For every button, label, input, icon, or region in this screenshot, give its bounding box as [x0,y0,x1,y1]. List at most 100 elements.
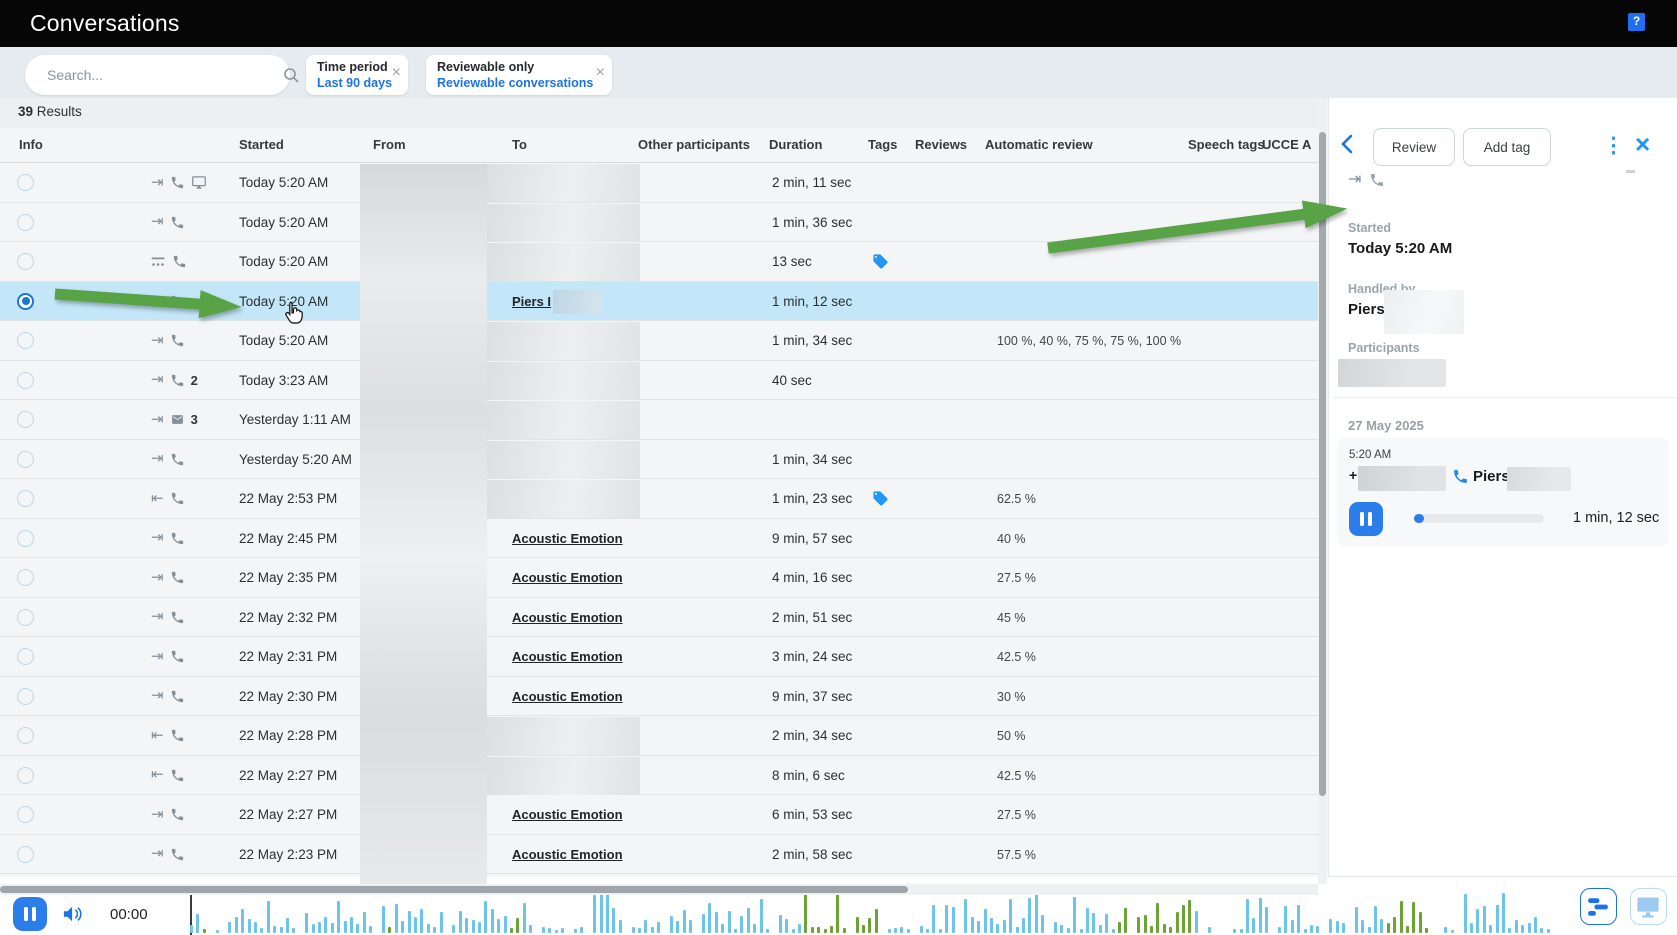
waveform-bar [491,909,494,933]
add-tag-button[interactable]: Add tag [1463,128,1551,166]
column-header-tags[interactable]: Tags [868,137,897,152]
search-box[interactable] [25,55,290,95]
screen-view-button[interactable] [1630,888,1667,925]
call-progress-bar[interactable] [1414,514,1544,523]
table-row[interactable]: ⇥22 May 2:31 PMAcoustic Emotion3 min, 24… [0,637,1318,677]
divider [1626,170,1635,173]
back-chevron-icon[interactable] [1339,134,1355,154]
waveform-bar [465,918,468,933]
waveform-bar [1521,925,1524,933]
table-row[interactable]: ⇥22 May 2:32 PMAcoustic Emotion2 min, 51… [0,598,1318,638]
cell-to-link[interactable]: Piers I [512,294,551,309]
table-row[interactable]: ⇤22 May 2:28 PM2 min, 34 sec50 % [0,716,1318,756]
horizontal-scrollbar-thumb[interactable] [0,886,908,893]
review-button[interactable]: Review [1373,128,1455,166]
row-radio[interactable] [17,727,34,744]
row-radio[interactable] [17,569,34,586]
waveform-bar [1502,893,1505,933]
row-radio[interactable] [17,530,34,547]
table-row[interactable]: ⇥22 May 2:35 PMAcoustic Emotion4 min, 16… [0,558,1318,598]
row-radio[interactable] [17,253,34,270]
pause-icon[interactable] [13,897,47,931]
waveform-bar [817,927,820,933]
participants-label: Participants [1348,341,1420,355]
column-header-info[interactable]: Info [19,137,43,152]
table-row[interactable]: ⇤22 May 2:53 PM1 min, 23 sec62.5 % [0,479,1318,519]
row-radio[interactable] [17,174,34,191]
table-row[interactable]: ⇤22 May 2:27 PM8 min, 6 sec42.5 % [0,756,1318,796]
waveform-bar [350,917,353,933]
close-icon[interactable]: × [392,64,401,82]
row-radio[interactable] [17,293,34,310]
waveform-bar [1419,912,1422,934]
waveform-bar [548,928,551,933]
kebab-icon[interactable]: ⋮ [1603,130,1624,162]
column-header-duration[interactable]: Duration [769,137,822,152]
search-input[interactable] [47,55,257,95]
help-icon[interactable]: ? [1628,13,1645,31]
row-radio[interactable] [17,648,34,665]
inbound-icon: ⇥ [151,846,164,862]
cell-to-link[interactable]: Acoustic Emotion [512,610,623,625]
row-radio[interactable] [17,372,34,389]
column-header-reviews[interactable]: Reviews [915,137,967,152]
column-header-speech-tags[interactable]: Speech tags [1188,137,1265,152]
phone-icon [172,254,187,269]
filter-chip-reviewable-only[interactable]: Reviewable only Reviewable conversations… [426,55,612,95]
table-row[interactable]: ⇥Today 5:20 AM1 min, 34 sec100 %, 40 %, … [0,321,1318,361]
page-title: Conversations [30,10,180,37]
row-radio[interactable] [17,609,34,626]
column-header-from[interactable]: From [373,137,406,152]
table-row[interactable]: ⇥3Yesterday 1:11 AM [0,400,1318,440]
cell-to-link[interactable]: Acoustic Emotion [512,570,623,585]
inbound-icon: ⇥ [151,412,164,428]
column-header-to[interactable]: To [512,137,527,152]
column-header-automatic-review[interactable]: Automatic review [985,137,1093,152]
row-radio[interactable] [17,332,34,349]
cell-duration: 2 min, 51 sec [772,610,852,625]
table-row[interactable]: ⇥22 May 2:27 PMAcoustic Emotion6 min, 53… [0,795,1318,835]
table-row[interactable]: ⇥22 May 2:45 PMAcoustic Emotion9 min, 57… [0,519,1318,559]
horizontal-scrollbar[interactable] [0,884,1318,895]
row-radio[interactable] [17,490,34,507]
filter-chip-time-period[interactable]: Time period Last 90 days × [306,55,408,95]
timeline-view-button[interactable] [1580,888,1617,925]
row-radio[interactable] [17,214,34,231]
column-header-ucce-a[interactable]: UCCE A [1262,137,1311,152]
waveform-bar [369,926,372,933]
waveform-bar [318,922,321,933]
row-radio[interactable] [17,767,34,784]
table-row[interactable]: ⇥22 May 2:23 PMAcoustic Emotion2 min, 58… [0,835,1318,875]
waveform-bar [670,916,673,933]
waveform-bar [1073,897,1076,933]
waveform-bar [1112,929,1115,933]
column-header-started[interactable]: Started [239,137,284,152]
row-radio[interactable] [17,806,34,823]
conversation-detail-panel: Review Add tag ⋮ × ⇥ Started Today 5:20 … [1328,98,1677,877]
row-radio[interactable] [17,846,34,863]
pause-icon[interactable] [1349,502,1383,536]
call-progress-knob[interactable] [1414,514,1424,523]
cell-to-link[interactable]: Acoustic Emotion [512,847,623,862]
row-radio[interactable] [17,411,34,428]
row-info-icons: ⇥ [151,332,185,349]
cell-to-link[interactable]: Acoustic Emotion [512,531,623,546]
cell-to-link[interactable]: Acoustic Emotion [512,689,623,704]
cell-started: Today 5:20 AM [239,175,328,190]
waveform-bar [900,927,903,933]
close-icon[interactable]: × [1635,126,1650,162]
row-radio[interactable] [17,688,34,705]
waveform-bar [990,918,993,933]
cell-started: Yesterday 1:11 AM [239,412,351,427]
row-info-icons: ⇤ [151,767,185,784]
close-icon[interactable]: × [596,64,605,82]
table-row[interactable]: ⇥22 May 2:30 PMAcoustic Emotion9 min, 37… [0,677,1318,717]
waveform-bar [779,915,782,933]
table-row[interactable]: ⇥Yesterday 5:20 AM1 min, 34 sec [0,440,1318,480]
cell-to-link[interactable]: Acoustic Emotion [512,807,623,822]
table-row[interactable]: ⇥2Today 3:23 AM40 sec [0,361,1318,401]
cell-to-link[interactable]: Acoustic Emotion [512,649,623,664]
speaker-icon[interactable] [62,904,84,924]
row-radio[interactable] [17,451,34,468]
column-header-other-participants[interactable]: Other participants [638,137,750,152]
